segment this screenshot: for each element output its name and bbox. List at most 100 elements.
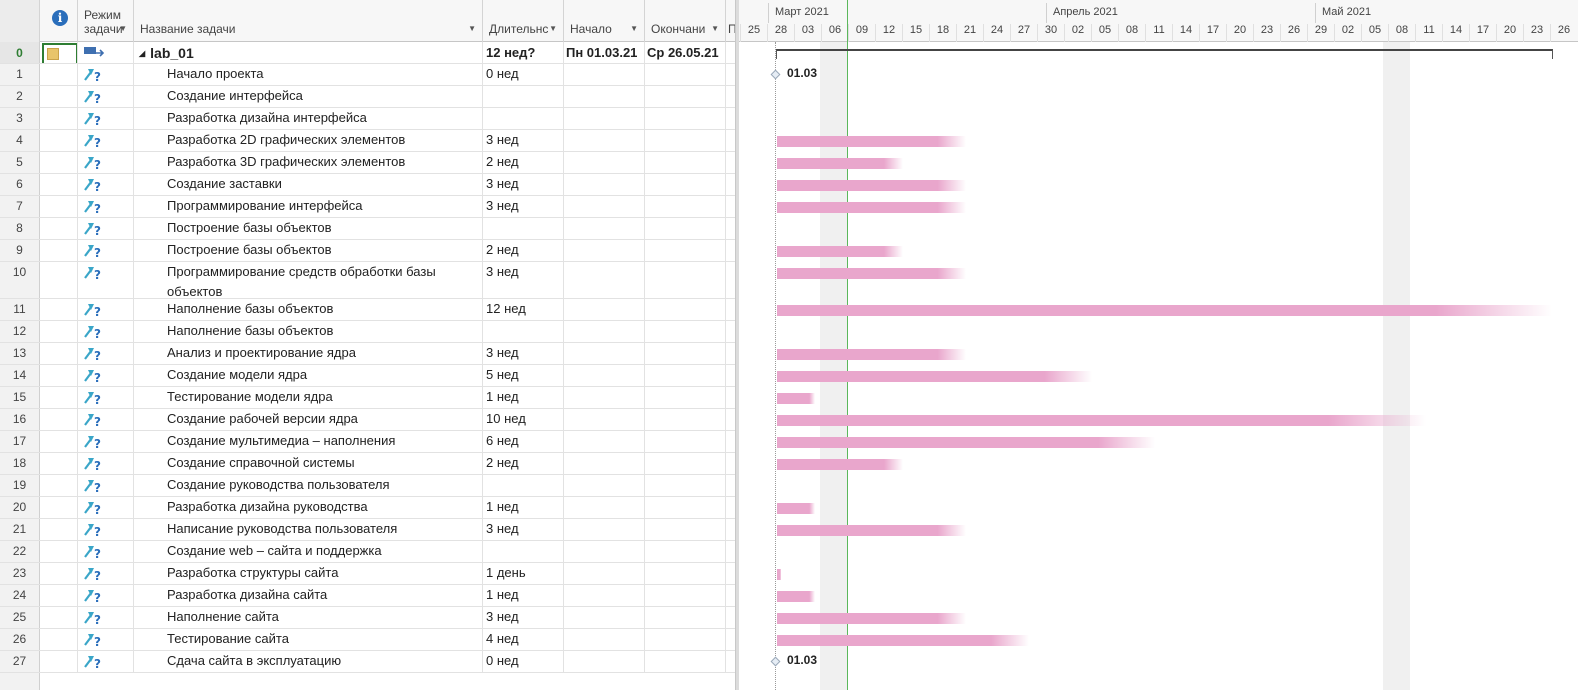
indicators-cell[interactable]: [40, 409, 78, 430]
start-cell[interactable]: [564, 108, 645, 129]
finish-cell[interactable]: [645, 130, 726, 151]
finish-cell[interactable]: [645, 497, 726, 518]
chevron-down-icon[interactable]: ▼: [468, 24, 476, 33]
task-mode-column-header[interactable]: Режим задачи ▼: [78, 0, 134, 42]
finish-cell[interactable]: [645, 174, 726, 195]
start-cell[interactable]: [564, 497, 645, 518]
predecessors-cell[interactable]: [726, 585, 735, 606]
predecessors-cell[interactable]: [726, 453, 735, 474]
duration-cell[interactable]: 12 нед?: [483, 42, 564, 63]
task-bar[interactable]: [777, 349, 966, 360]
timescale-day-label[interactable]: 30: [1037, 24, 1064, 42]
indicators-cell[interactable]: [40, 108, 78, 129]
finish-cell[interactable]: [645, 453, 726, 474]
predecessors-cell[interactable]: [726, 196, 735, 217]
finish-cell[interactable]: [645, 343, 726, 364]
task-row[interactable]: 10? Программирование средств обработки ба…: [0, 262, 735, 299]
predecessors-cell[interactable]: [726, 262, 735, 298]
start-cell[interactable]: [564, 218, 645, 239]
task-name-cell[interactable]: Программирование средств обработки базы …: [134, 262, 483, 298]
timescale-day-label[interactable]: 11: [1415, 24, 1442, 42]
timescale-month-label[interactable]: Апрель 2021: [1053, 6, 1118, 18]
task-row[interactable]: 26? Тестирование сайта 4 нед: [0, 629, 735, 651]
duration-cell[interactable]: 1 нед: [483, 497, 564, 518]
row-id[interactable]: 23: [0, 563, 40, 584]
start-cell[interactable]: [564, 365, 645, 386]
row-id[interactable]: 2: [0, 86, 40, 107]
task-name-column-header[interactable]: Название задачи ▼: [134, 0, 483, 42]
empty-row[interactable]: [0, 673, 735, 690]
start-cell[interactable]: [564, 321, 645, 342]
predecessors-cell[interactable]: [726, 497, 735, 518]
predecessors-cell[interactable]: [726, 365, 735, 386]
task-mode-cell[interactable]: ?: [78, 563, 134, 584]
duration-cell[interactable]: [483, 86, 564, 107]
task-name-cell[interactable]: Создание интерфейса: [134, 86, 483, 107]
start-cell[interactable]: [564, 563, 645, 584]
start-cell[interactable]: [564, 196, 645, 217]
row-id[interactable]: 3: [0, 108, 40, 129]
task-bar[interactable]: [777, 393, 815, 404]
task-row[interactable]: 9? Построение базы объектов 2 нед: [0, 240, 735, 262]
task-bar[interactable]: [777, 459, 903, 470]
duration-cell[interactable]: 12 нед: [483, 299, 564, 320]
finish-cell[interactable]: [645, 152, 726, 173]
start-cell[interactable]: [564, 343, 645, 364]
duration-cell[interactable]: [483, 218, 564, 239]
chevron-down-icon[interactable]: ▼: [711, 24, 719, 33]
timescale-day-label[interactable]: 25: [740, 24, 767, 42]
task-row[interactable]: 20? Разработка дизайна руководства 1 нед: [0, 497, 735, 519]
timescale-day-label[interactable]: 27: [1010, 24, 1037, 42]
predecessors-column-header[interactable]: П: [726, 0, 735, 42]
task-row[interactable]: 7? Программирование интерфейса 3 нед: [0, 196, 735, 218]
timescale-day-label[interactable]: 23: [1523, 24, 1550, 42]
task-bar[interactable]: [777, 591, 815, 602]
task-mode-cell[interactable]: ?: [78, 453, 134, 474]
task-mode-cell[interactable]: ?: [78, 343, 134, 364]
task-name-cell[interactable]: Создание заставки: [134, 174, 483, 195]
chevron-down-icon[interactable]: ▼: [549, 24, 557, 33]
timescale-day-label[interactable]: 03: [794, 24, 821, 42]
task-bar[interactable]: [777, 136, 966, 147]
start-column-header[interactable]: Начало ▼: [564, 0, 645, 42]
task-row[interactable]: 4? Разработка 2D графических элементов 3 н…: [0, 130, 735, 152]
task-row[interactable]: 12? Наполнение базы объектов: [0, 321, 735, 343]
start-cell[interactable]: [564, 409, 645, 430]
task-row[interactable]: 5? Разработка 3D графических элементов 2 н…: [0, 152, 735, 174]
indicators-cell[interactable]: [40, 541, 78, 562]
finish-cell[interactable]: [645, 86, 726, 107]
finish-cell[interactable]: [645, 387, 726, 408]
timescale-day-label[interactable]: 11: [1145, 24, 1172, 42]
task-row[interactable]: 15? Тестирование модели ядра 1 нед: [0, 387, 735, 409]
task-name-cell[interactable]: Написание руководства пользователя: [134, 519, 483, 540]
predecessors-cell[interactable]: [726, 475, 735, 496]
duration-cell[interactable]: 1 нед: [483, 387, 564, 408]
task-mode-cell[interactable]: ?: [78, 108, 134, 129]
task-name-cell[interactable]: Разработка дизайна сайта: [134, 585, 483, 606]
indicators-cell[interactable]: [40, 453, 78, 474]
predecessors-cell[interactable]: [726, 431, 735, 452]
task-mode-cell[interactable]: ?: [78, 409, 134, 430]
start-cell[interactable]: [564, 541, 645, 562]
task-mode-cell[interactable]: ?: [78, 174, 134, 195]
duration-cell[interactable]: 3 нед: [483, 130, 564, 151]
task-mode-cell[interactable]: ?: [78, 130, 134, 151]
task-row[interactable]: 1? Начало проекта 0 нед: [0, 64, 735, 86]
start-cell[interactable]: [564, 519, 645, 540]
start-cell[interactable]: [564, 431, 645, 452]
duration-cell[interactable]: 3 нед: [483, 607, 564, 628]
task-row[interactable]: 6? Создание заставки 3 нед: [0, 174, 735, 196]
duration-cell[interactable]: [483, 321, 564, 342]
task-row[interactable]: 8? Построение базы объектов: [0, 218, 735, 240]
finish-cell[interactable]: [645, 475, 726, 496]
task-mode-cell[interactable]: ?: [78, 86, 134, 107]
task-row[interactable]: 21? Написание руководства пользователя 3 н…: [0, 519, 735, 541]
predecessors-cell[interactable]: [726, 174, 735, 195]
start-cell[interactable]: [564, 240, 645, 261]
finish-cell[interactable]: [645, 541, 726, 562]
indicators-column-header[interactable]: i: [40, 0, 78, 42]
indicators-cell[interactable]: [40, 343, 78, 364]
indicators-cell[interactable]: [40, 475, 78, 496]
task-row[interactable]: 18? Создание справочной системы 2 нед: [0, 453, 735, 475]
timescale-day-label[interactable]: 08: [1118, 24, 1145, 42]
